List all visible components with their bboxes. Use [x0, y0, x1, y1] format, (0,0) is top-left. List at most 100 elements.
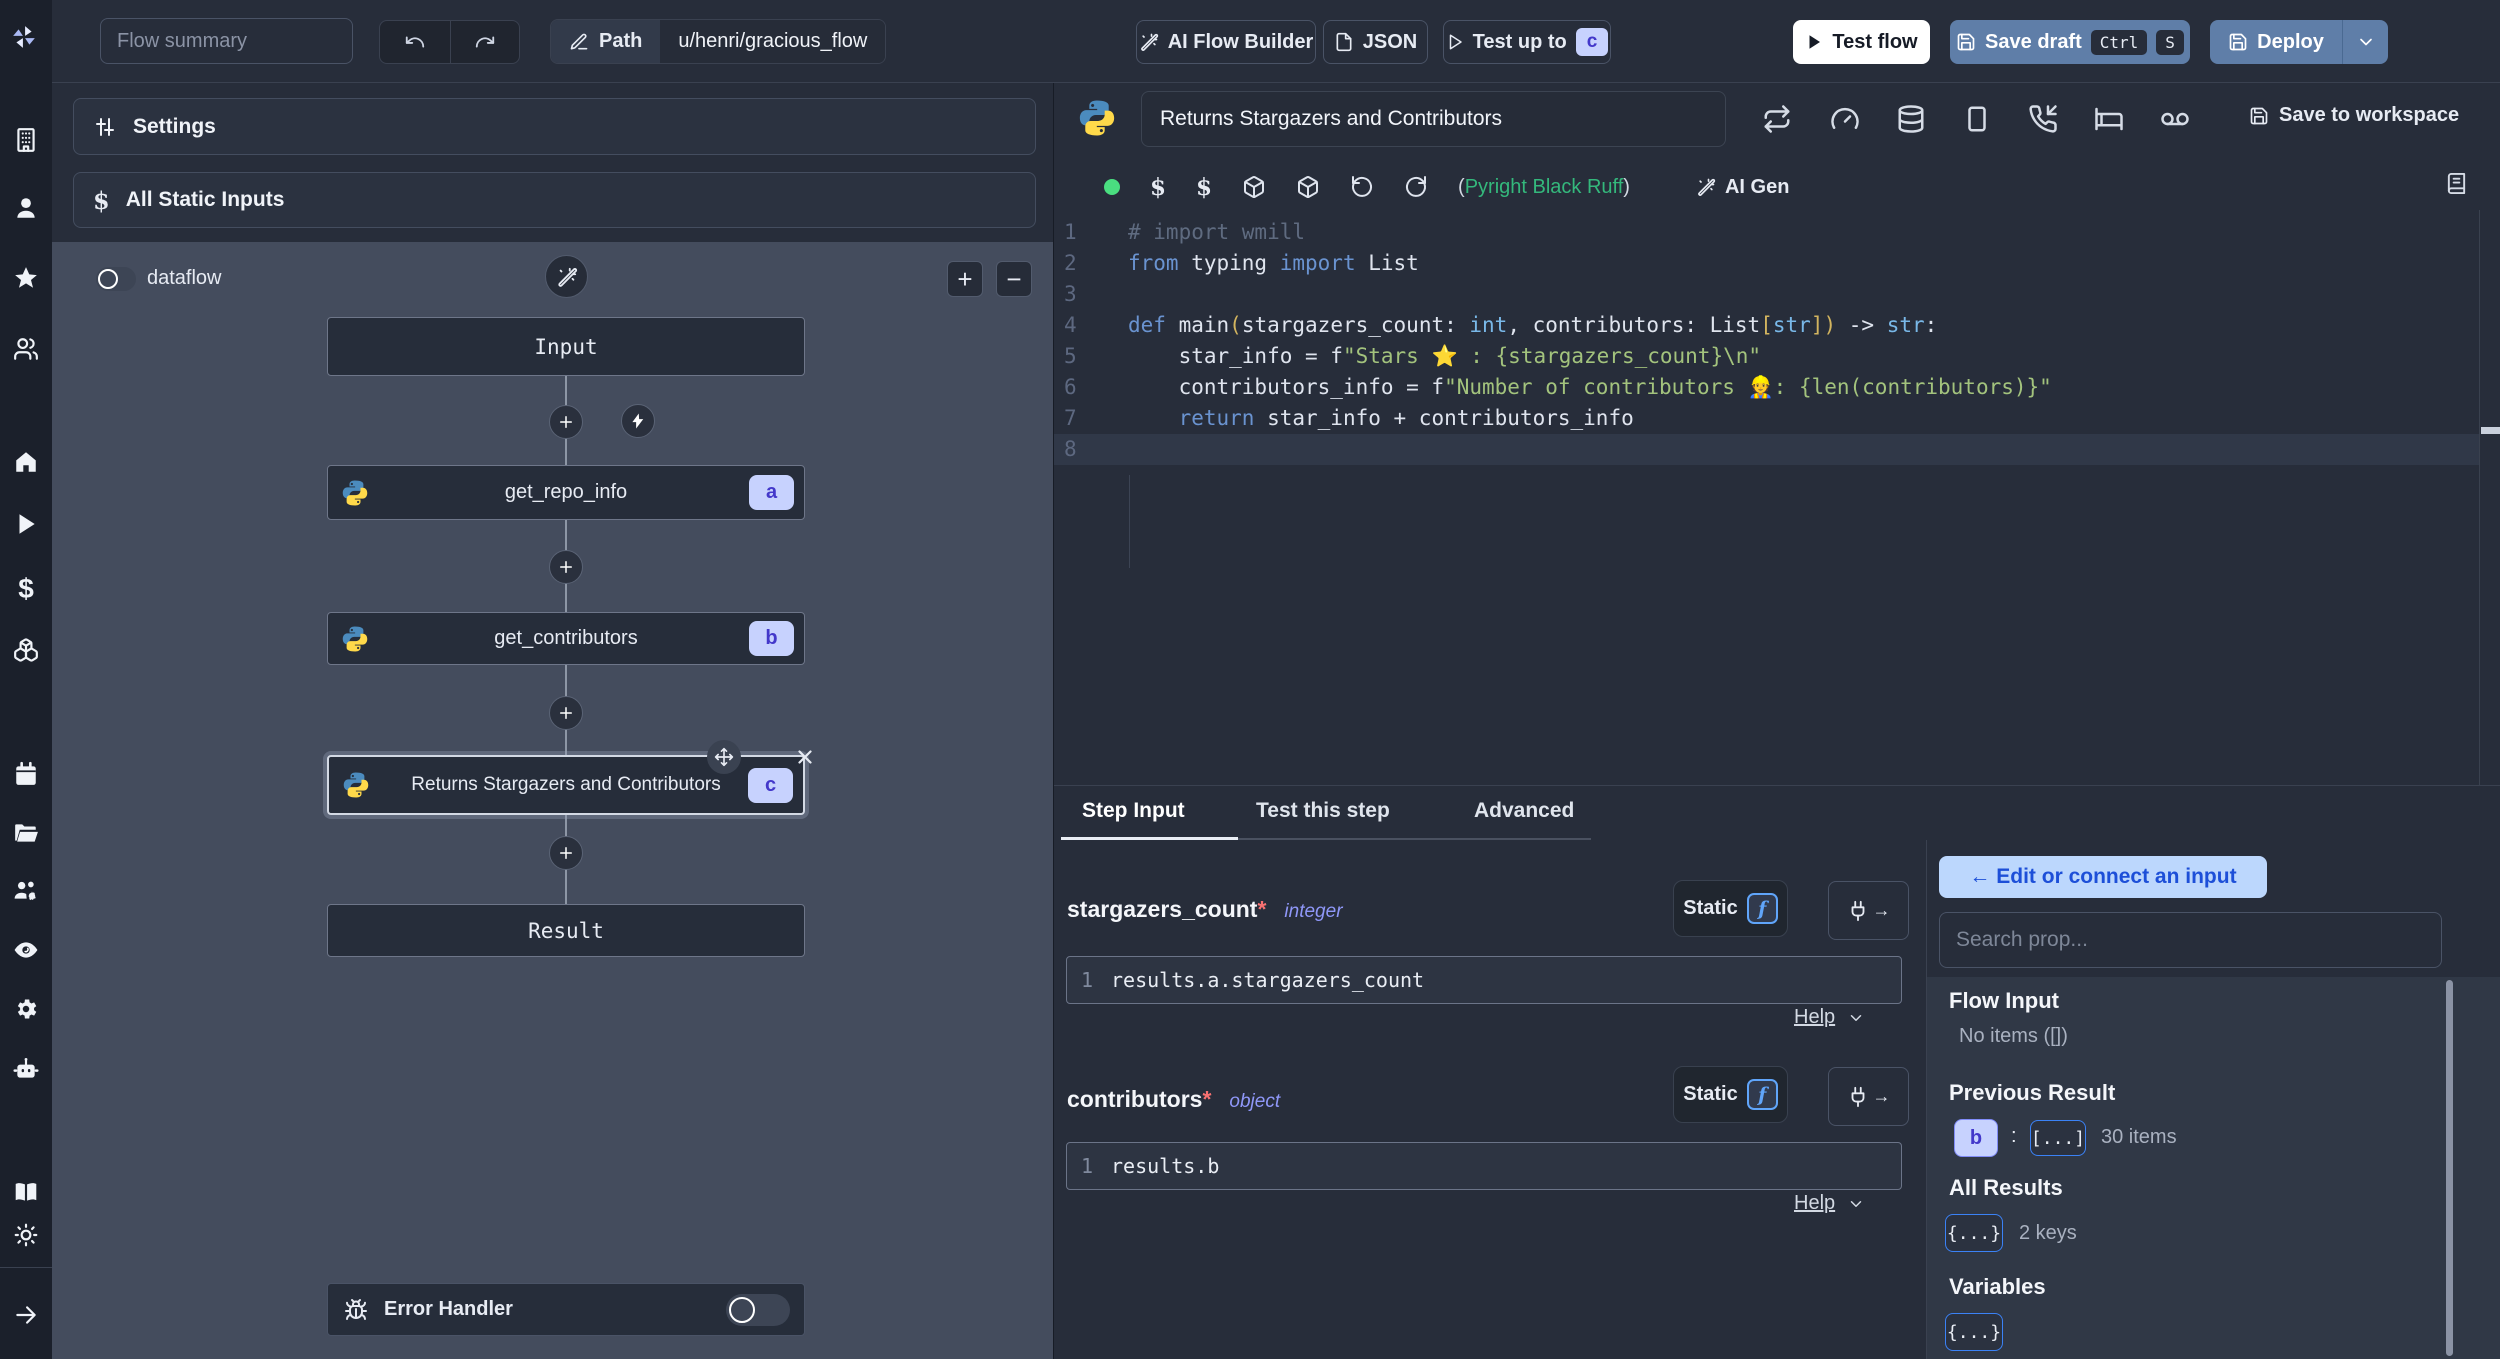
lint-status[interactable]: (Pyright Black Ruff) — [1458, 176, 1630, 199]
sidebar-item-docs[interactable] — [13, 1179, 39, 1205]
static-mode-toggle[interactable]: Static f — [1673, 880, 1788, 937]
code-line[interactable]: 4 def main(stargazers_count: int, contrib… — [1054, 310, 2479, 341]
python-icon — [1079, 100, 1115, 136]
previous-result-step-badge[interactable]: b — [1954, 1119, 1998, 1157]
all-static-inputs-button[interactable]: $ All Static Inputs — [73, 172, 1036, 228]
object-preview-badge[interactable]: {...} — [1945, 1313, 2003, 1351]
sleep-button[interactable] — [2094, 104, 2124, 134]
code-line[interactable]: 2 from typing import List — [1054, 248, 2479, 279]
expression-input[interactable]: 1 results.b — [1066, 1142, 1902, 1190]
code-editor[interactable]: 1 # import wmill 2 from typing import List 3… — [1054, 210, 2500, 785]
zoom-out-button[interactable]: − — [996, 261, 1032, 297]
ai-wand-button[interactable] — [545, 255, 588, 298]
error-handler-node[interactable]: Error Handler — [327, 1283, 805, 1336]
flow-node-step-a[interactable]: get_repo_info a — [327, 465, 805, 520]
deploy-dropdown-button[interactable] — [2342, 20, 2388, 64]
help-link[interactable]: Help — [1794, 1192, 1865, 1215]
sidebar-item-schedules[interactable] — [13, 761, 39, 787]
edit-or-connect-button[interactable]: ← Edit or connect an input — [1939, 856, 2267, 898]
save-to-workspace-button[interactable]: Save to workspace — [2249, 104, 2459, 127]
suspend-button[interactable] — [2028, 104, 2058, 134]
search-prop-input[interactable] — [1939, 912, 2442, 968]
code-line[interactable]: 1 # import wmill — [1054, 217, 2479, 248]
flow-summary-input[interactable] — [100, 18, 353, 64]
code-line[interactable]: 6 contributors_info = f"Number of contri… — [1054, 372, 2479, 403]
flow-node-step-c-selected[interactable]: Returns Stargazers and Contributors c — [327, 740, 812, 815]
add-step-button[interactable] — [549, 550, 583, 584]
connect-input-button[interactable]: → — [1828, 1067, 1909, 1126]
redo-button[interactable] — [449, 21, 520, 63]
test-up-to-button[interactable]: Test up to c — [1443, 20, 1611, 64]
sidebar-item-audit-logs[interactable] — [13, 937, 39, 963]
code-line[interactable]: 8 — [1054, 434, 2479, 465]
sidebar-item-resources[interactable] — [13, 637, 39, 663]
sidebar-item-multiplayer[interactable] — [13, 336, 39, 362]
code-line[interactable]: 3 — [1054, 279, 2479, 310]
sidebar-item-folders[interactable] — [13, 820, 39, 846]
zoom-in-button[interactable]: + — [947, 261, 983, 297]
expression-input[interactable]: 1 results.a.stargazers_count — [1066, 956, 1902, 1004]
cache-button[interactable] — [1896, 104, 1926, 134]
expand-sidebar-button[interactable] — [13, 1302, 39, 1328]
editor-scrollbar-thumb[interactable] — [2481, 427, 2500, 434]
static-mode-toggle[interactable]: Static f — [1673, 1066, 1788, 1123]
undo-button[interactable] — [380, 21, 450, 63]
sidebar-item-runs[interactable] — [13, 511, 39, 537]
code-line[interactable]: 5 star_info = f"Stars ⭐ : {stargazers_co… — [1054, 341, 2479, 372]
add-step-button[interactable] — [549, 696, 583, 730]
move-step-handle[interactable] — [707, 740, 741, 774]
save-draft-button[interactable]: Save draft Ctrl S — [1950, 20, 2190, 64]
users-gear-icon — [14, 881, 36, 901]
sidebar-item-user[interactable] — [13, 195, 39, 221]
sidebar-item-variables[interactable]: $ — [13, 573, 39, 604]
rotate-cw-icon[interactable] — [1404, 175, 1428, 199]
test-flow-button[interactable]: Test flow — [1793, 20, 1930, 64]
windmill-logo[interactable] — [11, 24, 37, 50]
resource-picker-icon[interactable]: $ — [1196, 174, 1212, 201]
flow-node-step-b[interactable]: get_contributors b — [327, 612, 805, 665]
connect-panel-scrollbar[interactable] — [2446, 980, 2453, 1356]
sidebar-item-groups-admin[interactable] — [13, 878, 39, 904]
dataflow-toggle[interactable] — [96, 267, 136, 291]
flow-settings-button[interactable]: Settings — [73, 98, 1036, 155]
shared-dir-button[interactable] — [2160, 104, 2190, 134]
sidebar-item-workspace[interactable] — [13, 127, 39, 153]
sidebar-item-settings[interactable] — [13, 996, 39, 1022]
early-stop-button[interactable] — [1830, 104, 1860, 134]
add-step-button[interactable] — [549, 836, 583, 870]
flow-node-input[interactable]: Input — [327, 317, 805, 376]
array-preview-badge[interactable]: [...] — [2030, 1120, 2086, 1156]
error-handler-toggle[interactable] — [726, 1294, 790, 1326]
code-line[interactable]: 7 return star_info + contributors_info — [1054, 403, 2479, 434]
tab-test-this-step[interactable]: Test this step — [1256, 799, 1390, 823]
path-value[interactable]: u/henri/gracious_flow — [660, 20, 886, 63]
tab-advanced[interactable]: Advanced — [1474, 799, 1574, 823]
help-link[interactable]: Help — [1794, 1006, 1865, 1029]
add-step-button[interactable] — [549, 405, 583, 439]
ai-gen-button[interactable]: AI Gen — [1696, 176, 1789, 199]
flow-node-result[interactable]: Result — [327, 904, 805, 957]
sidebar-item-favorites[interactable] — [13, 265, 39, 291]
sun-icon — [14, 1223, 38, 1247]
section-title-variables: Variables — [1949, 1274, 2046, 1299]
retries-button[interactable] — [1762, 104, 1792, 134]
tab-step-input[interactable]: Step Input — [1082, 799, 1185, 823]
library-icon[interactable] — [2445, 172, 2468, 195]
sidebar-item-workers-ai[interactable] — [13, 1056, 39, 1082]
package-icon[interactable] — [1296, 175, 1320, 199]
sidebar-item-home[interactable] — [13, 449, 39, 475]
rotate-ccw-icon[interactable] — [1350, 175, 1374, 199]
variable-picker-icon[interactable]: $ — [1150, 174, 1166, 201]
ai-flow-builder-button[interactable]: AI Flow Builder — [1136, 20, 1316, 64]
json-button[interactable]: JSON — [1323, 20, 1428, 64]
step-title-input[interactable] — [1141, 91, 1726, 147]
deploy-button[interactable]: Deploy — [2210, 20, 2342, 64]
object-preview-badge[interactable]: {...} — [1945, 1214, 2003, 1252]
connect-input-button[interactable]: → — [1828, 881, 1909, 940]
mock-button[interactable] — [1962, 104, 1992, 134]
delete-step-button[interactable] — [791, 743, 819, 771]
theme-toggle[interactable] — [13, 1222, 39, 1248]
package-icon[interactable] — [1242, 175, 1266, 199]
add-trigger-button[interactable] — [621, 404, 655, 438]
edit-path-button[interactable]: Path — [551, 20, 661, 63]
